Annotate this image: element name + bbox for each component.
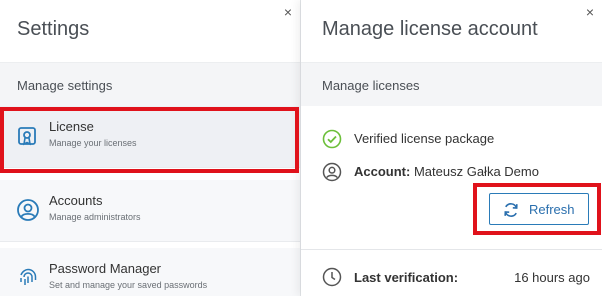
license-icon: [18, 127, 36, 146]
settings-close-button[interactable]: ×: [280, 4, 296, 20]
verified-text: Verified license package: [354, 131, 495, 146]
nav-item-password-manager[interactable]: Password Manager Set and manage your sav…: [0, 248, 300, 296]
account-value: Mateusz Gałka Demo: [413, 164, 539, 179]
last-verification-row: Last verification: 16 hours ago: [322, 267, 590, 289]
fingerprint-icon: [20, 268, 37, 285]
settings-header: Settings ×: [0, 0, 300, 62]
check-circle-icon: [322, 129, 342, 149]
license-account-header: Manage license account ×: [301, 0, 602, 62]
nav-item-password-manager-subtitle: Set and manage your saved passwords: [49, 280, 208, 290]
nav-item-license-title: License: [49, 119, 94, 134]
nav-item-password-manager-title: Password Manager: [49, 261, 161, 276]
last-verification-label: Last verification:: [354, 270, 459, 285]
user-icon: [322, 162, 342, 182]
settings-section-label: Manage settings: [17, 78, 113, 93]
account-icon: [17, 199, 39, 221]
settings-section-band: Manage settings: [0, 62, 300, 106]
nav-item-license-subtitle: Manage your licenses: [49, 138, 137, 148]
license-section-band: Manage licenses: [301, 62, 602, 106]
license-account-close-button[interactable]: ×: [582, 4, 598, 20]
nav-item-accounts[interactable]: Accounts Manage administrators: [0, 180, 300, 242]
refresh-button[interactable]: Refresh: [489, 193, 589, 225]
nav-item-license[interactable]: License Manage your licenses: [0, 106, 300, 168]
nav-item-accounts-subtitle: Manage administrators: [49, 212, 141, 222]
account-label: Account:: [354, 164, 411, 179]
settings-title: Settings: [17, 18, 90, 40]
license-account-panel: Manage license account × Manage licenses…: [301, 0, 602, 296]
refresh-button-label: Refresh: [529, 202, 575, 217]
settings-panel: Settings × Manage settings License Manag…: [0, 0, 301, 296]
nav-item-accounts-title: Accounts: [49, 193, 103, 208]
divider: [301, 249, 602, 250]
license-section-label: Manage licenses: [322, 78, 420, 93]
license-account-title: Manage license account: [322, 18, 538, 40]
clock-icon: [322, 267, 342, 287]
refresh-icon: [504, 203, 518, 217]
last-verification-value: 16 hours ago: [514, 270, 590, 285]
account-text: Account: Mateusz Gałka Demo: [354, 164, 539, 179]
